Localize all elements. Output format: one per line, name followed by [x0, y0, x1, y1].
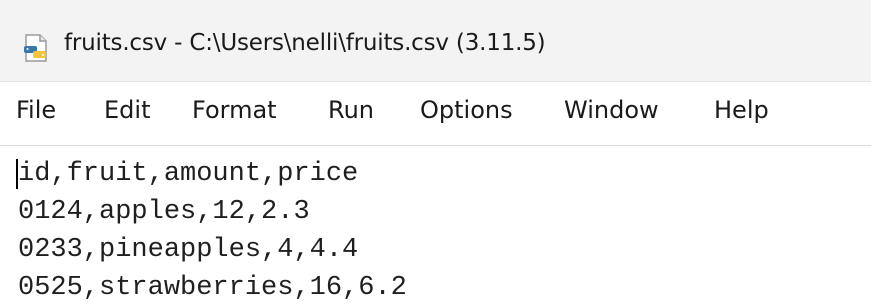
- python-file-icon: [22, 33, 52, 63]
- menu-edit[interactable]: Edit: [104, 96, 150, 124]
- menu-help[interactable]: Help: [714, 96, 769, 124]
- code-line: 0124,apples,12,2.3: [18, 197, 310, 227]
- text-editor-area[interactable]: id,fruit,amount,price 0124,apples,12,2.3…: [0, 145, 871, 308]
- menu-format[interactable]: Format: [192, 96, 277, 124]
- code-line: 0233,pineapples,4,4.4: [18, 235, 359, 265]
- title-bar[interactable]: fruits.csv - C:\Users\nelli\fruits.csv (…: [0, 0, 871, 82]
- window-title: fruits.csv - C:\Users\nelli\fruits.csv (…: [64, 30, 546, 56]
- menu-run[interactable]: Run: [328, 96, 374, 124]
- menu-options[interactable]: Options: [420, 96, 513, 124]
- idle-editor-window: fruits.csv - C:\Users\nelli\fruits.csv (…: [0, 0, 871, 308]
- code-line: 0525,strawberries,16,6.2: [18, 273, 407, 303]
- menu-bar: File Edit Format Run Options Window Help: [0, 82, 871, 145]
- menu-window[interactable]: Window: [564, 96, 659, 124]
- menu-file[interactable]: File: [16, 96, 56, 124]
- code-line: id,fruit,amount,price: [18, 159, 359, 189]
